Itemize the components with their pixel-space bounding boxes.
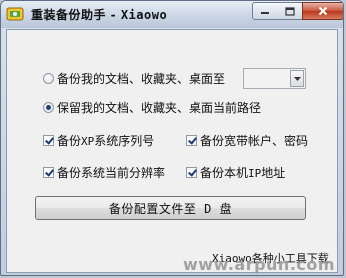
minimize-button[interactable] [252, 2, 278, 20]
title-bar[interactable]: 重装备份助手 - Xiaowo [1, 1, 343, 28]
backup-config-button-label: 备份配置文件至 D 盘 [108, 201, 233, 216]
client-area: 备份我的文档、收藏夹、桌面至 保留我的文档、收藏夹、桌面当前路径 备份XP系统序… [6, 29, 338, 273]
checkbox[interactable] [186, 135, 197, 146]
app-icon [6, 7, 24, 21]
chevron-down-icon [293, 76, 301, 81]
radio-keep-current-path[interactable]: 保留我的文档、收藏夹、桌面当前路径 [43, 99, 261, 116]
checkbox-backup-xp-serial-label: 备份XP系统序列号 [57, 134, 155, 148]
radio-backup-to-location-label: 备份我的文档、收藏夹、桌面至 [57, 72, 226, 86]
checkbox-backup-broadband-label: 备份宽带帐户、密码 [200, 134, 309, 148]
minimize-icon [261, 12, 269, 14]
radio-button-selected[interactable] [43, 102, 54, 113]
close-button[interactable] [302, 2, 343, 20]
checkbox-backup-resolution[interactable]: 备份系统当前分辨率 [43, 164, 165, 181]
window-title: 重装备份助手 - Xiaowo [31, 8, 168, 22]
location-select[interactable] [243, 68, 306, 89]
checkbox[interactable] [43, 167, 54, 178]
checkbox-backup-xp-serial[interactable]: 备份XP系统序列号 [43, 132, 154, 149]
checkbox-backup-ip[interactable]: 备份本机IP地址 [186, 164, 285, 181]
checkbox-backup-resolution-label: 备份系统当前分辨率 [57, 166, 166, 180]
maximize-icon [284, 6, 295, 16]
radio-keep-current-path-label: 保留我的文档、收藏夹、桌面当前路径 [57, 101, 262, 115]
checkbox[interactable] [43, 135, 54, 146]
backup-config-button[interactable]: 备份配置文件至 D 盘 [35, 196, 306, 220]
app-window: 重装备份助手 - Xiaowo 备份我的文档、收藏夹、桌面至 保留我的文档、收藏… [0, 0, 344, 276]
checkbox-backup-broadband[interactable]: 备份宽带帐户、密码 [186, 132, 308, 149]
close-icon [318, 6, 328, 16]
checkbox[interactable] [186, 167, 197, 178]
radio-button[interactable] [43, 73, 54, 84]
checkbox-backup-ip-label: 备份本机IP地址 [200, 166, 286, 180]
watermark: www.arpun.com [183, 255, 336, 274]
radio-backup-to-location[interactable]: 备份我的文档、收藏夹、桌面至 [43, 70, 225, 87]
maximize-button[interactable] [277, 2, 303, 20]
dropdown-arrow[interactable] [290, 70, 304, 87]
